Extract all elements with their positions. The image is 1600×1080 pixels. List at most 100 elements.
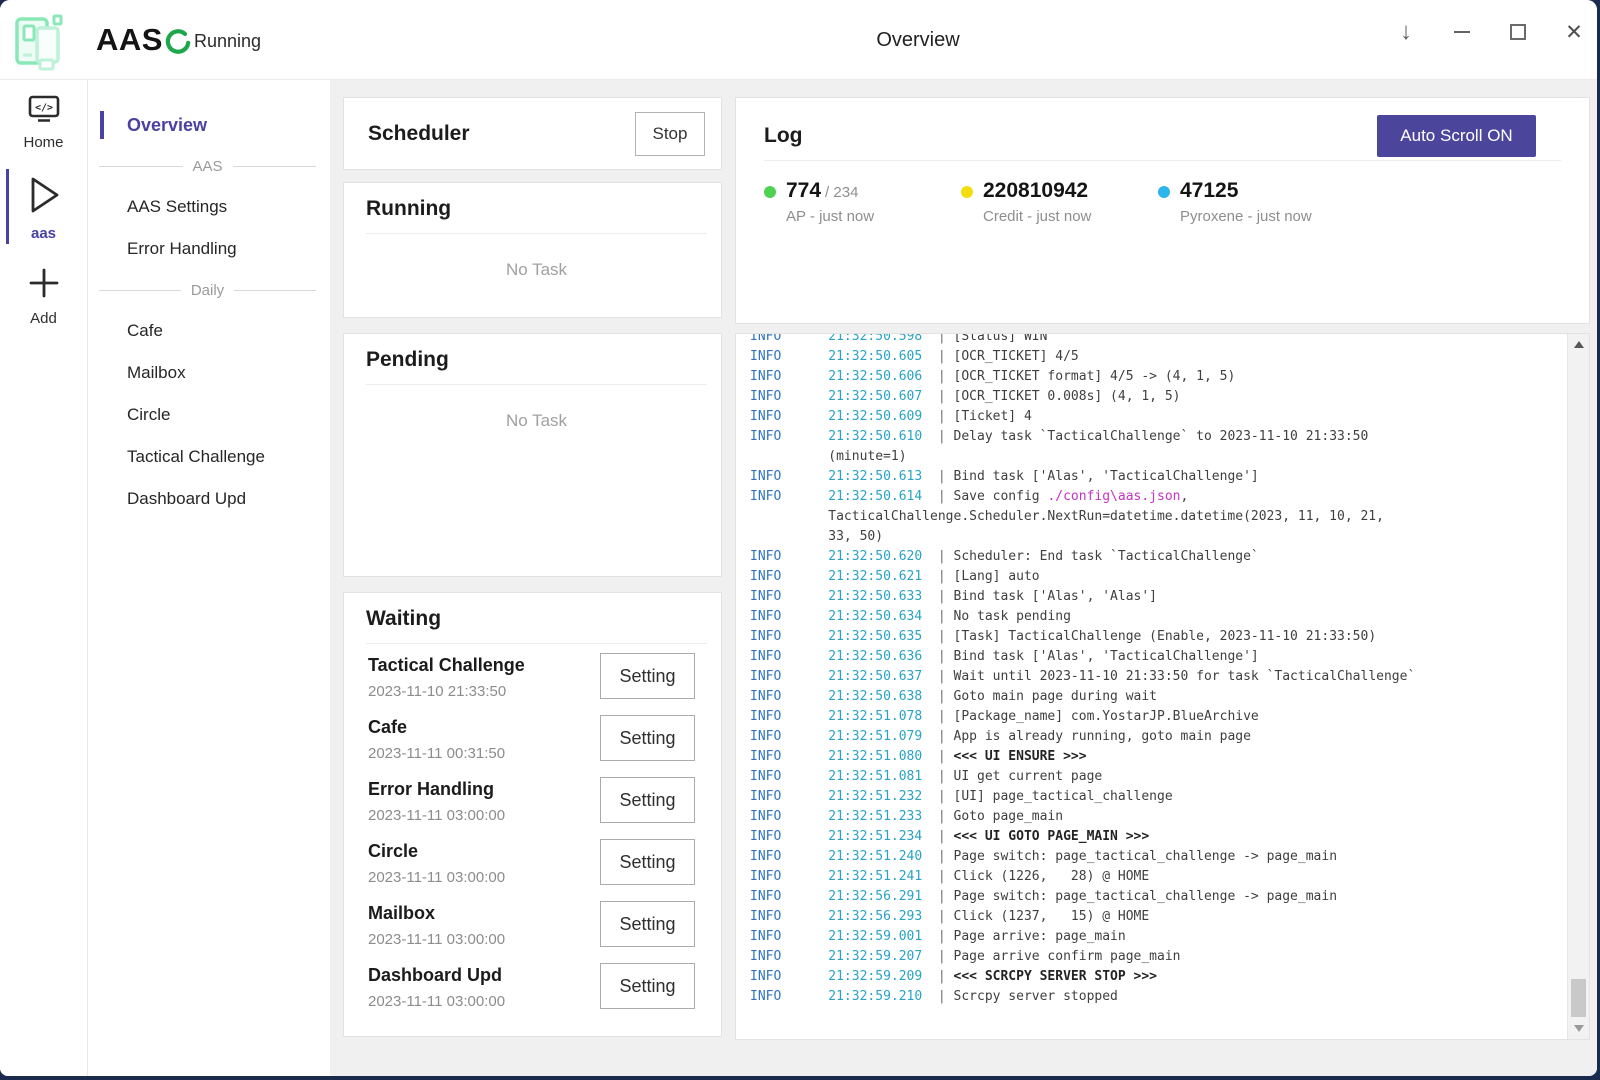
log-level: INFO [750, 789, 781, 804]
scheduler-title: Scheduler [368, 122, 635, 146]
rail-item-home[interactable]: </> Home [0, 80, 87, 161]
stat-value: 47125 [1180, 179, 1238, 202]
close-button[interactable]: ✕ [1559, 17, 1589, 47]
log-separator: | [938, 829, 946, 844]
log-separator: | [938, 389, 946, 404]
auto-scroll-toggle[interactable]: Auto Scroll ON [1377, 115, 1536, 157]
nav-item-label: Overview [127, 115, 207, 136]
divider [366, 233, 707, 234]
log-separator: | [938, 909, 946, 924]
log-message: Scheduler: End task `TacticalChallenge` [954, 549, 1259, 564]
nav-item-tactical-challenge[interactable]: Tactical Challenge [89, 436, 330, 478]
play-icon [27, 175, 61, 220]
waiting-item-dashboard-upd: Dashboard Upd2023-11-11 03:00:00Setting [366, 963, 707, 1025]
stat-label: AP - just now [786, 208, 874, 225]
log-message: [Ticket] 4 [954, 409, 1032, 424]
log-separator: | [938, 409, 946, 424]
log-message: [UI] page_tactical_challenge [954, 789, 1173, 804]
nav-item-aas-settings[interactable]: AAS Settings [89, 186, 330, 228]
running-card: Running No Task [343, 182, 722, 318]
log-timestamp: 21:32:56.293 [828, 909, 922, 924]
log-scrollbar[interactable] [1567, 334, 1589, 1039]
setting-button[interactable]: Setting [600, 901, 695, 947]
log-message: Bind task ['Alas', 'TacticalChallenge'] [954, 469, 1259, 484]
log-line: INFO 21:32:51.079 | App is already runni… [750, 727, 1545, 747]
log-separator: | [938, 949, 946, 964]
stat-value: 220810942 [983, 179, 1088, 202]
nav-item-cafe[interactable]: Cafe [89, 310, 330, 352]
task-nav: OverviewAASAAS SettingsError HandlingDai… [89, 80, 330, 1076]
setting-button[interactable]: Setting [600, 777, 695, 823]
log-level: INFO [750, 989, 781, 1004]
waiting-task-name: Dashboard Upd [368, 965, 502, 986]
log-scroll-area[interactable]: INFO 21:32:50.598 | [Status] WININFO 21:… [735, 333, 1590, 1040]
nav-item-circle[interactable]: Circle [89, 394, 330, 436]
scheduler-card: Scheduler Stop [343, 97, 722, 170]
log-level: INFO [750, 389, 781, 404]
stat-dot-icon [764, 186, 776, 198]
nav-item-overview[interactable]: Overview [89, 104, 330, 146]
stat-text: 774/ 234 AP - just now [786, 179, 874, 225]
rail-item-label: Add [30, 310, 57, 327]
log-level: INFO [750, 333, 781, 344]
stop-button[interactable]: Stop [635, 112, 705, 156]
log-separator: | [938, 349, 946, 364]
log-level: INFO [750, 889, 781, 904]
log-separator: | [938, 469, 946, 484]
log-level: INFO [750, 729, 781, 744]
log-level: INFO [750, 749, 781, 764]
log-separator: | [938, 869, 946, 884]
nav-item-mailbox[interactable]: Mailbox [89, 352, 330, 394]
setting-button[interactable]: Setting [600, 963, 695, 1009]
log-line: INFO 21:32:51.078 | [Package_name] com.Y… [750, 707, 1545, 727]
stat-credit: 220810942Credit - just now [961, 179, 1158, 225]
log-message: [OCR_TICKET 0.008s] (4, 1, 5) [954, 389, 1181, 404]
nav-item-dashboard-upd[interactable]: Dashboard Upd [89, 478, 330, 520]
stat-ap: 774/ 234 AP - just now [764, 179, 961, 225]
main-content: Scheduler Stop Running No Task Pending N… [330, 80, 1597, 1076]
stat-extra: / 234 [825, 184, 858, 201]
nav-section-aas: AAS [89, 146, 330, 186]
rail-item-aas[interactable]: aas [0, 161, 87, 252]
app-logo-icon [10, 8, 74, 77]
setting-button[interactable]: Setting [600, 653, 695, 699]
log-line: INFO 21:32:50.610 | Delay task `Tactical… [750, 427, 1545, 467]
log-level: INFO [750, 369, 781, 384]
log-message: [OCR_TICKET] 4/5 [954, 349, 1079, 364]
waiting-task-name: Cafe [368, 717, 407, 738]
scheduler-status-text: Running [194, 31, 261, 52]
setting-button[interactable]: Setting [600, 839, 695, 885]
nav-item-label: Mailbox [127, 363, 186, 383]
setting-button[interactable]: Setting [600, 715, 695, 761]
rail-item-add[interactable]: Add [0, 252, 87, 337]
log-level: INFO [750, 669, 781, 684]
nav-item-label: Circle [127, 405, 170, 425]
log-separator: | [938, 889, 946, 904]
log-line: INFO 21:32:59.210 | Scrcpy server stoppe… [750, 987, 1545, 1007]
scroll-down-arrow-icon[interactable] [1568, 1019, 1590, 1038]
scroll-up-arrow-icon[interactable] [1568, 335, 1590, 354]
log-message: Goto page_main [954, 809, 1064, 824]
log-message: Page arrive confirm page_main [954, 949, 1181, 964]
scrollbar-thumb[interactable] [1571, 979, 1586, 1017]
divider-line [233, 166, 317, 167]
waiting-list: Tactical Challenge2023-11-10 21:33:50Set… [366, 653, 707, 1025]
log-message: Page switch: page_tactical_challenge -> … [954, 889, 1338, 904]
log-timestamp: 21:32:59.207 [828, 949, 922, 964]
minimize-button[interactable] [1447, 17, 1477, 47]
pending-title: Pending [366, 348, 707, 372]
log-timestamp: 21:32:50.610 [828, 429, 922, 444]
window-controls: ↓ ✕ [1391, 0, 1589, 64]
log-line: INFO 21:32:56.293 | Click (1237, 15) @ H… [750, 907, 1545, 927]
stat-value: 774 [786, 179, 821, 202]
maximize-button[interactable] [1503, 17, 1533, 47]
log-timestamp: 21:32:50.609 [828, 409, 922, 424]
log-separator: | [938, 749, 946, 764]
update-download-button[interactable]: ↓ [1391, 17, 1421, 47]
nav-item-error-handling[interactable]: Error Handling [89, 228, 330, 270]
waiting-title: Waiting [366, 607, 707, 631]
log-line: INFO 21:32:50.607 | [OCR_TICKET 0.008s] … [750, 387, 1545, 407]
log-timestamp: 21:32:50.637 [828, 669, 922, 684]
log-level: INFO [750, 969, 781, 984]
log-line: INFO 21:32:51.080 | <<< UI ENSURE >>> [750, 747, 1545, 767]
